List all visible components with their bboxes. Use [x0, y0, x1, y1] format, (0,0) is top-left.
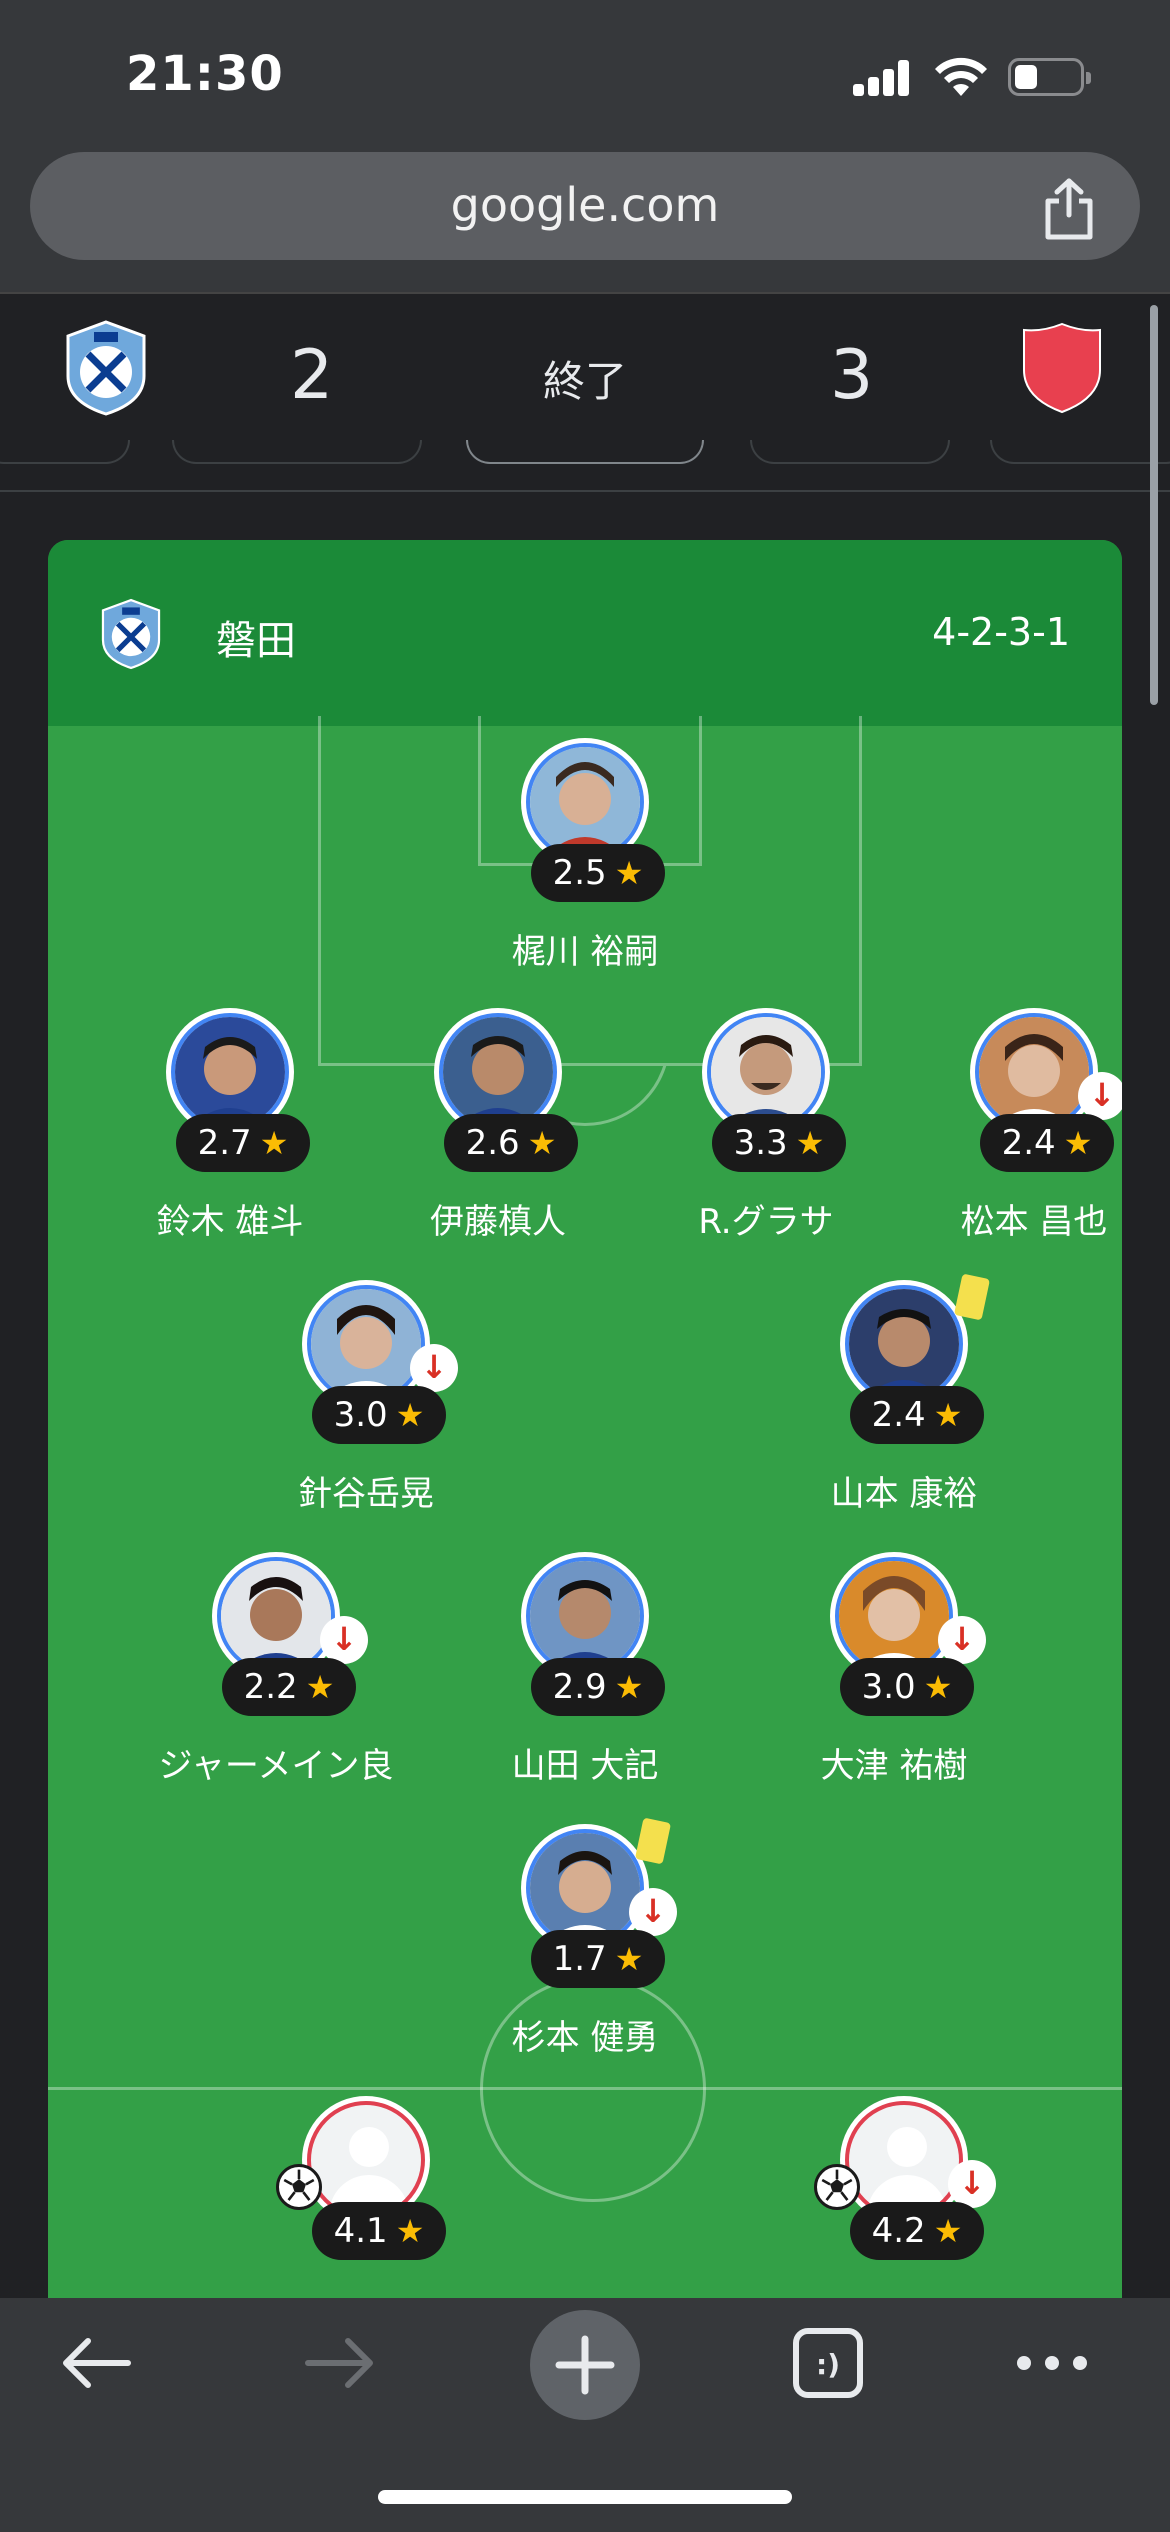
tab-pill[interactable] — [172, 440, 422, 464]
tab-pill[interactable] — [990, 440, 1170, 464]
away-score: 3 — [830, 336, 874, 415]
yellow-card-icon — [953, 1273, 991, 1321]
tab-pill-active[interactable] — [466, 440, 704, 464]
wifi-icon — [935, 57, 987, 96]
away-team-logo[interactable] — [1020, 322, 1104, 414]
tab-pill[interactable] — [750, 440, 950, 464]
player-card[interactable]: 2.7 ★ 鈴木 雄斗 — [110, 1008, 350, 1242]
scrollbar[interactable] — [1150, 305, 1158, 705]
player-rating: 2.6 ★ — [444, 1114, 578, 1172]
player-rating: 2.5 ★ — [531, 844, 665, 902]
player-rating: 3.0 ★ — [840, 1658, 974, 1716]
player-name: 梶川 裕嗣 — [511, 932, 659, 972]
battery-icon — [1008, 58, 1091, 96]
player-card[interactable]: 2.6 ★ 伊藤槙人 — [378, 1008, 618, 1242]
lineup-header: 磐田 4-2-3-1 — [48, 540, 1122, 726]
match-status: 終了 — [542, 357, 627, 406]
player-name: 杉本 健勇 — [511, 2018, 659, 2058]
player-rating: 3.0 ★ — [312, 1386, 446, 1444]
home-indicator[interactable] — [378, 2490, 792, 2504]
player-rating: 2.9 ★ — [531, 1658, 665, 1716]
opponent-player-card[interactable]: 4.1 ★ — [246, 2096, 486, 2300]
player-rating: 4.2 ★ — [850, 2202, 984, 2260]
player-card[interactable]: ↓ 3.0 ★ 大津 祐樹 — [774, 1552, 1014, 1786]
player-name: 針谷岳晃 — [298, 1474, 434, 1514]
opponent-player-card[interactable]: ↓ 4.2 ★ — [784, 2096, 1024, 2300]
player-card[interactable]: 2.5 ★ 梶川 裕嗣 — [465, 738, 705, 972]
divider — [0, 490, 1170, 492]
back-arrow-icon[interactable] — [58, 2328, 134, 2398]
player-name: 伊藤槙人 — [430, 1202, 566, 1242]
substitution-icon: ↓ — [410, 1344, 458, 1392]
player-name: 大津 祐樹 — [820, 1746, 968, 1786]
formation: 4-2-3-1 — [932, 610, 1070, 654]
lineup-card: 磐田 4-2-3-1 2.5 ★ 梶川 裕嗣 2.7 ★ 鈴木 雄斗 2.6 ★ 伊藤… — [48, 540, 1122, 2300]
player-name: 山田 大記 — [511, 1746, 659, 1786]
substitution-icon: ↓ — [629, 1888, 677, 1936]
player-card[interactable]: ↓ 3.0 ★ 針谷岳晃 — [246, 1280, 486, 1514]
player-card[interactable]: 2.9 ★ 山田 大記 — [465, 1552, 705, 1786]
player-rating: 2.2 ★ — [222, 1658, 356, 1716]
signal-icon — [853, 60, 913, 96]
new-tab-button[interactable] — [530, 2310, 640, 2420]
player-rating: 2.4 ★ — [980, 1114, 1114, 1172]
pitch: 2.5 ★ 梶川 裕嗣 2.7 ★ 鈴木 雄斗 2.6 ★ 伊藤槙人 3.3 ★ R.グ… — [48, 716, 1122, 2300]
player-name: 松本 昌也 — [960, 1202, 1108, 1242]
soccer-ball-icon — [276, 2164, 322, 2210]
substitution-icon: ↓ — [1078, 1072, 1122, 1120]
forward-arrow-icon[interactable] — [302, 2328, 378, 2398]
tab-strip — [0, 440, 1170, 490]
player-name: 鈴木 雄斗 — [156, 1202, 304, 1242]
status-time: 21:30 — [126, 46, 284, 102]
player-rating: 4.1 ★ — [312, 2202, 446, 2260]
more-icon[interactable] — [1012, 2328, 1092, 2398]
player-name: 山本 康裕 — [830, 1474, 978, 1514]
svg-text::): :) — [816, 2348, 840, 2381]
status-bar: 21:30 — [0, 0, 1170, 150]
player-card[interactable]: ↓ 2.4 ★ 松本 昌也 — [914, 1008, 1122, 1242]
player-rating: 2.7 ★ — [176, 1114, 310, 1172]
url-text: google.com — [450, 178, 720, 232]
halfway-line — [48, 2087, 1122, 2090]
tab-pill[interactable] — [0, 440, 130, 464]
tabs-icon[interactable]: :) — [792, 2328, 864, 2398]
player-card[interactable]: 2.4 ★ 山本 康裕 — [784, 1273, 1024, 1514]
player-card[interactable]: 3.3 ★ R.グラサ — [646, 1008, 886, 1242]
player-rating: 3.3 ★ — [712, 1114, 846, 1172]
plus-icon — [555, 2335, 615, 2395]
team-name: 磐田 — [216, 618, 296, 664]
yellow-card-icon — [634, 1817, 672, 1865]
player-card[interactable]: ↓ 2.2 ★ ジャーメイン良 — [156, 1552, 396, 1786]
player-rating: 1.7 ★ — [531, 1930, 665, 1988]
substitution-icon: ↓ — [938, 1616, 986, 1664]
substitution-icon: ↓ — [320, 1616, 368, 1664]
player-name: R.グラサ — [698, 1202, 834, 1242]
team-logo — [101, 598, 161, 670]
player-card[interactable]: ↓ 1.7 ★ 杉本 健勇 — [465, 1817, 705, 2058]
share-icon[interactable] — [1040, 177, 1098, 241]
url-bar[interactable]: google.com — [30, 152, 1140, 260]
player-rating: 2.4 ★ — [850, 1386, 984, 1444]
player-name: ジャーメイン良 — [158, 1746, 394, 1786]
soccer-ball-icon — [814, 2164, 860, 2210]
substitution-icon: ↓ — [948, 2160, 996, 2208]
